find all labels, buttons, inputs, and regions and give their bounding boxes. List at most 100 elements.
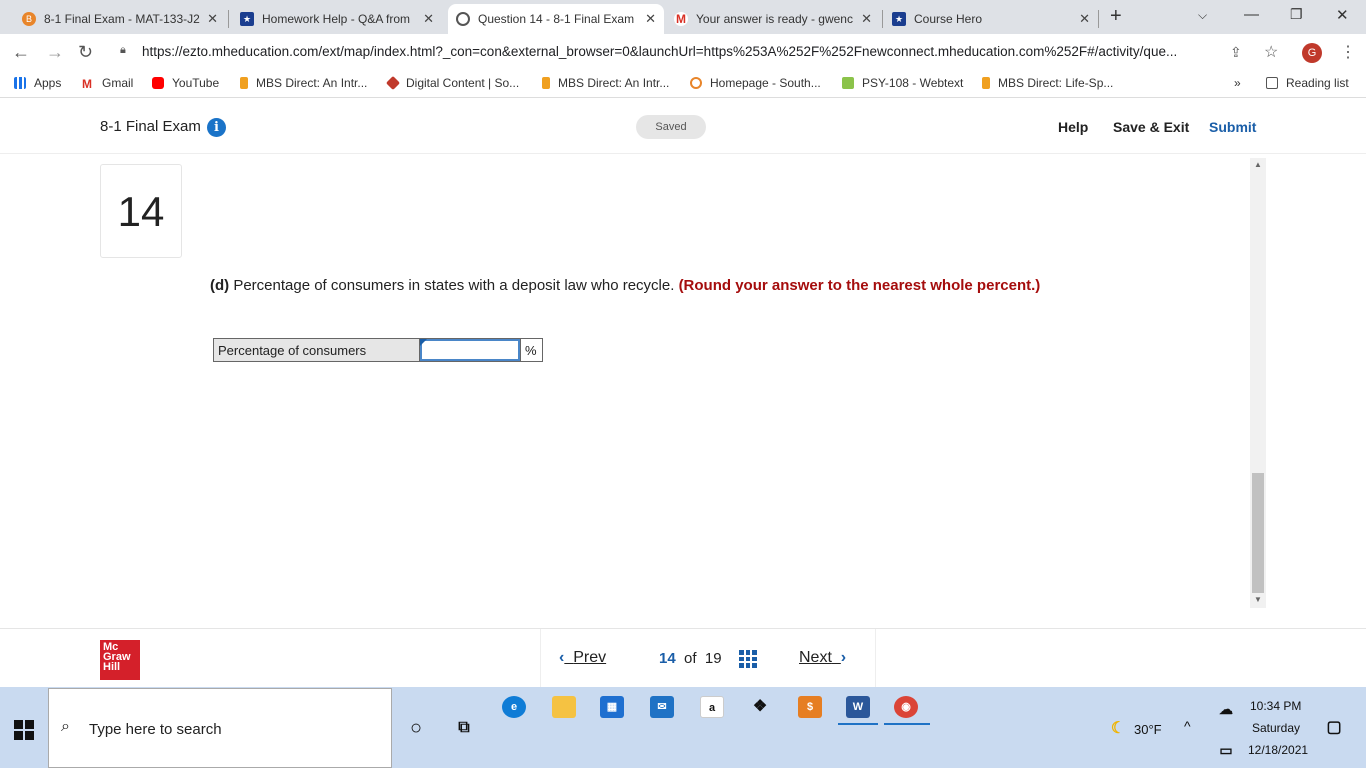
windows-taskbar: ⌕ Type here to search ○ ⧉ e ▦ ✉ a ❖ $ W … [0, 687, 1366, 768]
notifications-icon[interactable]: ▢ [1322, 717, 1346, 739]
tab-final-exam[interactable]: B 8-1 Final Exam - MAT-133-J2 ✕ [14, 4, 226, 34]
chrome-icon[interactable]: ◉ [894, 696, 918, 718]
question-grid-icon[interactable] [739, 650, 757, 668]
close-icon[interactable]: ✕ [207, 11, 218, 27]
back-icon[interactable]: ← [12, 42, 30, 63]
clock-date[interactable]: 12/18/2021 [1248, 743, 1308, 757]
network-alert-icon[interactable]: ☁ [1214, 698, 1238, 720]
edge-icon[interactable]: e [502, 696, 526, 718]
b-logo-icon [690, 77, 702, 89]
menu-kebab-icon[interactable]: ⋮ [1340, 42, 1356, 62]
reading-list-icon [1266, 77, 1278, 89]
file-explorer-icon[interactable] [552, 696, 576, 718]
bookmark-digital-content[interactable]: Digital Content | So... [385, 75, 519, 91]
bookmark-mbs-2[interactable]: MBS Direct: An Intr... [542, 76, 669, 90]
percentage-answer-input[interactable] [420, 339, 520, 361]
bookmarks-bar: Apps M Gmail YouTube MBS Direct: An Intr… [0, 70, 1366, 98]
reload-icon[interactable]: ↻ [78, 42, 93, 63]
mail-icon[interactable]: ✉ [650, 696, 674, 718]
vertical-scrollbar[interactable]: ▲ ▼ [1250, 158, 1266, 608]
rounding-instruction: (Round your answer to the nearest whole … [678, 277, 1041, 294]
task-view-icon[interactable]: ⧉ [452, 717, 476, 739]
webtext-icon [842, 77, 854, 89]
weather-temp[interactable]: 30°F [1134, 722, 1162, 737]
exam-header: 8-1 Final Exam i Saved Help Save & Exit … [0, 99, 1366, 154]
bookmark-mbs-1[interactable]: MBS Direct: An Intr... [240, 76, 367, 90]
chevron-left-icon: ‹ [559, 649, 565, 666]
saved-status-badge: Saved [636, 115, 706, 139]
display-icon[interactable]: ▭ [1214, 739, 1238, 761]
reading-list[interactable]: Reading list [1266, 76, 1349, 90]
prev-button[interactable]: ‹ Prev [559, 649, 606, 667]
bookmark-star-icon[interactable]: ☆ [1264, 42, 1278, 62]
forward-icon[interactable]: → [46, 42, 64, 63]
tab-title: Course Hero [914, 12, 983, 26]
tab-homework-help[interactable]: ★ Homework Help - Q&A from ✕ [232, 4, 442, 34]
exam-title: 8-1 Final Exam [100, 118, 201, 135]
sound-app-icon[interactable]: $ [798, 696, 822, 718]
page-indicator: 14 of 19 [659, 650, 722, 667]
more-bookmarks-icon[interactable]: » [1234, 76, 1241, 90]
close-icon[interactable]: ✕ [861, 11, 872, 27]
lock-icon: 🔒︎ [120, 44, 126, 56]
store-icon[interactable]: ▦ [600, 696, 624, 718]
bookmark-apps[interactable]: Apps [14, 76, 61, 90]
star-icon: ★ [240, 12, 254, 26]
url-field[interactable]: 🔒︎ https://ezto.mheducation.com/ext/map/… [110, 39, 1290, 65]
windows-start-icon[interactable] [14, 720, 34, 740]
close-icon[interactable]: ✕ [645, 11, 656, 27]
info-icon[interactable]: i [207, 118, 226, 137]
url-text: https://ezto.mheducation.com/ext/map/ind… [142, 44, 1178, 59]
diamond-icon [385, 75, 401, 91]
bookmark-psy-108[interactable]: PSY-108 - Webtext [842, 76, 963, 90]
chevron-up-icon[interactable]: ^ [1184, 718, 1191, 734]
amazon-icon[interactable]: a [700, 696, 724, 718]
minimize-icon[interactable]: — [1244, 6, 1259, 23]
tab-title: 8-1 Final Exam - MAT-133-J2 [44, 12, 200, 26]
bookmark-youtube[interactable]: YouTube [152, 76, 219, 90]
question-pager: ‹ Prev 14 of 19 Next › [540, 629, 876, 688]
share-icon[interactable]: ⇪ [1230, 44, 1242, 61]
bookmark-gmail[interactable]: M Gmail [82, 76, 133, 91]
percent-unit: % [520, 339, 542, 361]
address-bar: ← → ↻ 🔒︎ https://ezto.mheducation.com/ex… [0, 34, 1366, 70]
moon-weather-icon: ☾ [1110, 720, 1126, 737]
help-button[interactable]: Help [1058, 119, 1088, 135]
scroll-thumb[interactable] [1252, 473, 1264, 593]
tab-title: Your answer is ready - gwenc [696, 12, 853, 26]
tab-course-hero[interactable]: ★ Course Hero ✕ [884, 4, 1098, 34]
b-logo-icon: B [22, 12, 36, 26]
scroll-up-icon[interactable]: ▲ [1254, 160, 1262, 169]
tab-title: Homework Help - Q&A from [262, 12, 411, 26]
close-icon[interactable]: ✕ [1079, 11, 1090, 27]
taskbar-search-box[interactable]: ⌕ Type here to search [48, 688, 392, 768]
flag-icon [420, 339, 427, 346]
tab-title: Question 14 - 8-1 Final Exam [478, 12, 635, 26]
question-prompt: (d) Percentage of consumers in states wi… [210, 277, 1040, 294]
tab-gmail-answer[interactable]: M Your answer is ready - gwenc ✕ [666, 4, 880, 34]
restore-icon[interactable]: ❐ [1290, 6, 1303, 23]
clock-day[interactable]: Saturday [1252, 721, 1300, 735]
answer-row-label: Percentage of consumers [214, 339, 420, 361]
tab-question-14[interactable]: Question 14 - 8-1 Final Exam ✕ [448, 4, 664, 34]
cortana-icon[interactable]: ○ [404, 717, 428, 739]
tab-search-icon[interactable]: ⌵ [1198, 8, 1207, 23]
save-exit-button[interactable]: Save & Exit [1113, 119, 1189, 135]
youtube-icon [152, 77, 164, 89]
profile-avatar[interactable]: G [1302, 43, 1322, 63]
clock-time[interactable]: 10:34 PM [1250, 699, 1301, 713]
scroll-down-icon[interactable]: ▼ [1254, 595, 1262, 604]
close-icon[interactable]: ✕ [423, 11, 434, 27]
dropbox-icon[interactable]: ❖ [748, 696, 772, 718]
word-icon[interactable]: W [846, 696, 870, 718]
bookmark-homepage-south[interactable]: Homepage - South... [690, 76, 821, 90]
bookmark-mbs-3[interactable]: MBS Direct: Life-Sp... [982, 76, 1113, 90]
search-icon: ⌕ [61, 718, 70, 735]
gmail-icon: M [82, 77, 92, 91]
star-icon: ★ [892, 12, 906, 26]
mbs-icon [240, 77, 248, 89]
close-window-icon[interactable]: ✕ [1336, 6, 1349, 24]
next-button[interactable]: Next › [799, 649, 846, 667]
new-tab-icon[interactable]: + [1110, 5, 1122, 28]
submit-button[interactable]: Submit [1209, 119, 1256, 135]
